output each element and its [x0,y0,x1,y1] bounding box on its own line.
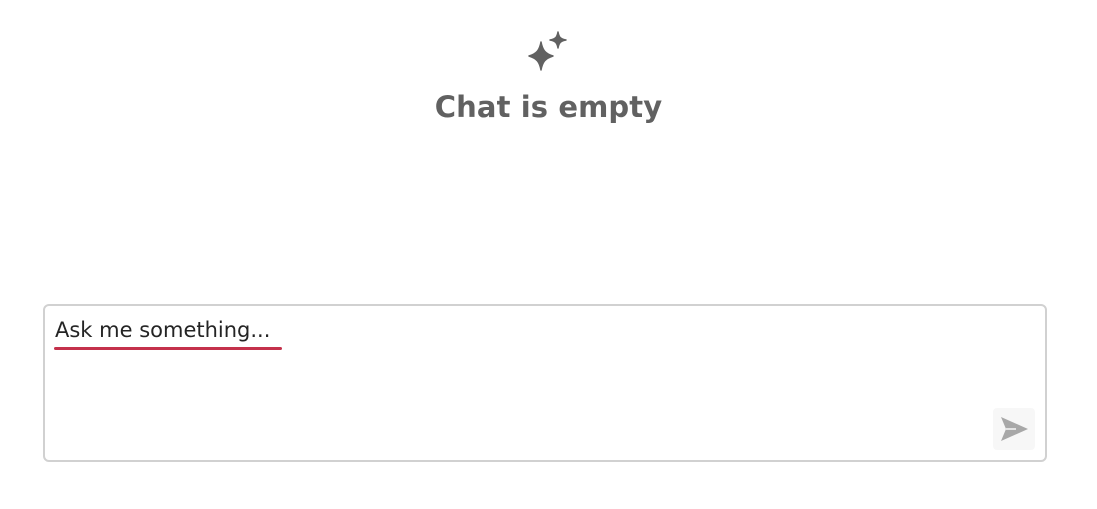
chat-page: Chat is empty Ask me something... [0,0,1097,509]
chat-input-box[interactable]: Ask me something... [43,304,1047,462]
empty-chat-title: Chat is empty [434,90,663,124]
send-button[interactable] [993,408,1035,450]
send-icon [1001,417,1028,441]
sparkle-icon [527,31,567,71]
spellcheck-underline [54,347,282,350]
empty-chat-state: Chat is empty [0,28,1097,124]
chat-input-text[interactable]: Ask me something... [55,316,270,344]
